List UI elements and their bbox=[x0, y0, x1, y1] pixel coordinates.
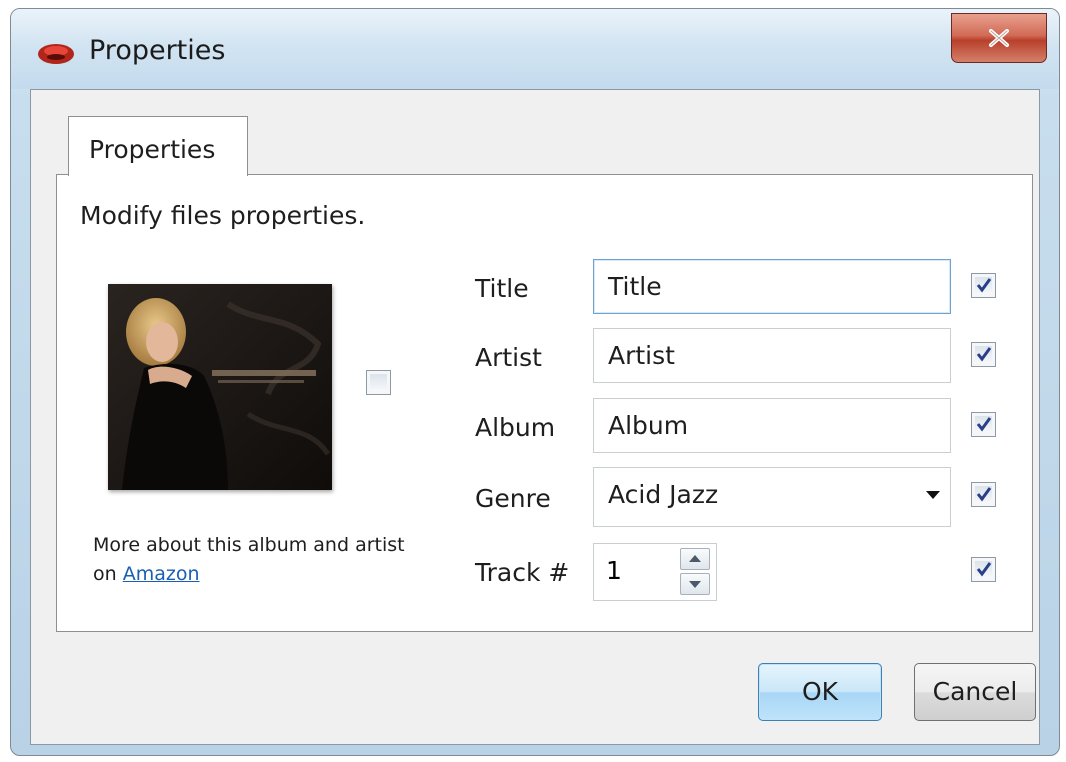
app-logo-icon bbox=[38, 44, 74, 64]
cancel-button[interactable]: Cancel bbox=[914, 663, 1036, 721]
panel-description: Modify files properties. bbox=[80, 201, 366, 230]
album-label: Album bbox=[475, 413, 556, 442]
properties-panel: Modify files properties. More about this… bbox=[56, 174, 1033, 632]
genre-selected-value: Acid Jazz bbox=[608, 480, 719, 509]
close-button[interactable] bbox=[951, 13, 1047, 63]
amazon-text-on: on bbox=[93, 563, 117, 585]
amazon-link[interactable]: Amazon bbox=[123, 563, 200, 585]
properties-dialog: Properties Properties Modify files prope… bbox=[10, 8, 1060, 756]
album-checkbox[interactable] bbox=[971, 412, 996, 437]
title-input[interactable]: Title bbox=[593, 259, 951, 314]
title-label: Title bbox=[475, 274, 529, 303]
genre-select[interactable]: Acid Jazz bbox=[593, 467, 951, 527]
track-stepper[interactable]: 1 bbox=[593, 543, 717, 601]
tab-properties-label: Properties bbox=[89, 135, 216, 164]
artist-input[interactable]: Artist bbox=[593, 328, 951, 383]
track-checkbox[interactable] bbox=[971, 557, 996, 582]
checkmark-icon bbox=[976, 347, 992, 362]
window-title: Properties bbox=[89, 35, 226, 66]
cover-checkbox[interactable] bbox=[366, 370, 391, 395]
title-checkbox[interactable] bbox=[971, 273, 996, 298]
ok-button[interactable]: OK bbox=[758, 663, 882, 721]
genre-label: Genre bbox=[475, 484, 551, 513]
track-value[interactable]: 1 bbox=[606, 556, 622, 585]
dialog-body: Properties Modify files properties. More… bbox=[30, 89, 1040, 745]
title-bar[interactable]: Properties bbox=[11, 9, 1059, 89]
album-input[interactable]: Album bbox=[593, 398, 951, 453]
chevron-down-icon[interactable] bbox=[926, 491, 940, 499]
artist-label: Artist bbox=[475, 343, 542, 372]
track-label: Track # bbox=[475, 558, 570, 587]
increment-button[interactable] bbox=[680, 548, 710, 570]
close-icon bbox=[989, 29, 1009, 47]
decrement-button[interactable] bbox=[680, 573, 710, 595]
album-cover-image bbox=[108, 284, 332, 490]
album-cover bbox=[108, 284, 332, 490]
checkmark-icon bbox=[976, 417, 992, 432]
amazon-text-prefix: More about this album and artist bbox=[93, 534, 405, 556]
checkmark-icon bbox=[976, 487, 992, 502]
genre-checkbox[interactable] bbox=[971, 482, 996, 507]
checkmark-icon bbox=[976, 278, 992, 293]
checkmark-icon bbox=[976, 562, 992, 577]
artist-checkbox[interactable] bbox=[971, 342, 996, 367]
amazon-info: More about this album and artist on Amaz… bbox=[93, 531, 453, 589]
tab-properties[interactable]: Properties bbox=[68, 116, 248, 176]
